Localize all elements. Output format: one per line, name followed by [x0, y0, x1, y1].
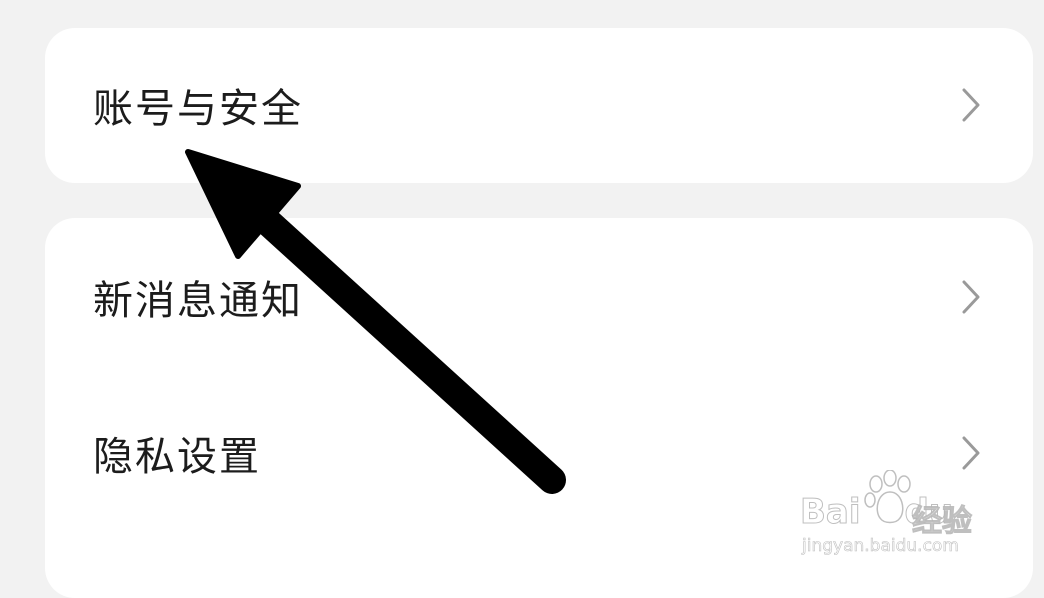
- chevron-right-icon: [959, 85, 983, 125]
- settings-item-label: 账号与安全: [93, 86, 303, 132]
- settings-item-account-security[interactable]: 账号与安全: [45, 60, 1033, 150]
- settings-item-privacy[interactable]: 隐私设置: [45, 408, 1033, 498]
- chevron-right-icon: [959, 277, 983, 317]
- chevron-right-icon: [959, 433, 983, 473]
- settings-item-label: 新消息通知: [93, 278, 303, 324]
- settings-item-new-message-notification[interactable]: 新消息通知: [45, 252, 1033, 342]
- settings-item-label: 隐私设置: [93, 434, 261, 480]
- settings-group-notifications-privacy: 新消息通知 隐私设置: [45, 218, 1033, 598]
- settings-group-account: 账号与安全: [45, 28, 1033, 183]
